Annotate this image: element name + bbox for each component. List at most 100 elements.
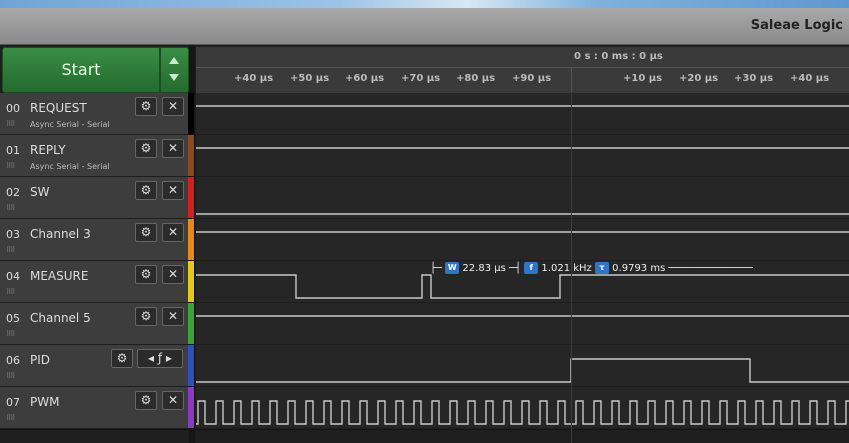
ruler-origin-mark bbox=[571, 68, 572, 92]
channel-label-panel: 01 ⠿⠿ REPLY Async Serial - Serial ⚙ ✕ bbox=[0, 135, 189, 176]
channel-number: 02 bbox=[6, 186, 20, 199]
close-icon[interactable]: ✕ bbox=[162, 139, 184, 158]
ruler-tick: +80 μs bbox=[456, 73, 496, 84]
ruler-tick: +20 μs bbox=[679, 73, 719, 84]
time-ruler[interactable]: 0 s : 0 ms : 0 μs +40 μs +50 μs +60 μs +… bbox=[196, 47, 849, 94]
pulse-width-value: 22.83 μs bbox=[462, 263, 506, 274]
start-button[interactable]: Start bbox=[2, 47, 160, 93]
close-icon[interactable]: ✕ bbox=[162, 391, 184, 410]
channel-number: 06 bbox=[6, 354, 20, 367]
channel-name[interactable]: PWM bbox=[30, 395, 59, 409]
channel-color-strip bbox=[188, 219, 194, 260]
channel-waveform[interactable] bbox=[196, 303, 849, 344]
channel-waveform[interactable] bbox=[196, 177, 849, 218]
channel-label-panel: 03 ⠿⠿ Channel 3 ⚙ ✕ bbox=[0, 219, 189, 260]
ruler-center-time: 0 s : 0 ms : 0 μs bbox=[574, 51, 663, 62]
trigger-selector[interactable]: ◂ ƒ ▸ bbox=[137, 349, 183, 368]
arrow-right-icon: ─┤ bbox=[509, 263, 522, 274]
ruler-tick: +10 μs bbox=[623, 73, 663, 84]
close-icon[interactable]: ✕ bbox=[162, 265, 184, 284]
chevron-up-icon bbox=[169, 57, 179, 64]
channel-color-strip bbox=[188, 135, 194, 176]
drag-handle-icon[interactable]: ⠿⠿ bbox=[6, 162, 15, 170]
channel-analyzer: Async Serial - Serial bbox=[30, 162, 110, 171]
measurement-bar: ├─ W 22.83 μs ─┤ f 1.021 kHz τ 0.9793 ms… bbox=[430, 262, 753, 276]
channel-waveform[interactable] bbox=[196, 135, 849, 176]
channel-number: 04 bbox=[6, 270, 20, 283]
drag-handle-icon[interactable]: ⠿⠿ bbox=[6, 330, 15, 338]
gear-icon[interactable]: ⚙ bbox=[135, 97, 157, 116]
channel-name[interactable]: PID bbox=[30, 353, 50, 367]
channel-name[interactable]: REPLY bbox=[30, 143, 66, 157]
channel-row: 03 ⠿⠿ Channel 3 ⚙ ✕ bbox=[0, 219, 849, 262]
channel-row: 02 ⠿⠿ SW ⚙ ✕ bbox=[0, 177, 849, 220]
ruler-tick: +30 μs bbox=[734, 73, 774, 84]
channel-label-panel: 04 ⠿⠿ MEASURE ⚙ ✕ bbox=[0, 261, 189, 302]
channel-label-panel: 06 ⠿⠿ PID ⚙ ◂ ƒ ▸ bbox=[0, 345, 189, 386]
close-icon[interactable]: ✕ bbox=[162, 97, 184, 116]
channel-name[interactable]: MEASURE bbox=[30, 269, 88, 283]
gear-icon[interactable]: ⚙ bbox=[111, 349, 133, 368]
channel-label-panel: 07 ⠿⠿ PWM ⚙ ✕ bbox=[0, 387, 189, 428]
channel-label-panel: 02 ⠿⠿ SW ⚙ ✕ bbox=[0, 177, 189, 218]
channel-waveform[interactable] bbox=[196, 345, 849, 386]
frequency-value: 1.021 kHz bbox=[541, 263, 592, 274]
drag-handle-icon[interactable]: ⠿⠿ bbox=[6, 372, 15, 380]
drag-handle-icon[interactable]: ⠿⠿ bbox=[6, 288, 15, 296]
drag-handle-icon[interactable]: ⠿⠿ bbox=[6, 246, 15, 254]
channel-color-strip bbox=[188, 345, 194, 386]
close-icon[interactable]: ✕ bbox=[162, 307, 184, 326]
channel-name[interactable]: SW bbox=[30, 185, 49, 199]
ruler-tick: +40 μs bbox=[234, 73, 274, 84]
period-extent-line: ────────────── bbox=[668, 263, 753, 274]
channel-row: 05 ⠿⠿ Channel 5 ⚙ ✕ bbox=[0, 303, 849, 346]
channel-name[interactable]: REQUEST bbox=[30, 101, 87, 115]
title-bar: Saleae Logic bbox=[0, 8, 849, 45]
channel-row: 06 ⠿⠿ PID ⚙ ◂ ƒ ▸ bbox=[0, 345, 849, 388]
gear-icon[interactable]: ⚙ bbox=[135, 223, 157, 242]
window-title: Saleae Logic bbox=[750, 18, 843, 33]
channel-waveform[interactable] bbox=[196, 93, 849, 134]
drag-handle-icon[interactable]: ⠿⠿ bbox=[6, 414, 15, 422]
channel-number: 03 bbox=[6, 228, 20, 241]
channel-color-strip bbox=[188, 303, 194, 344]
trigger-falling-edge-icon: ƒ bbox=[157, 351, 163, 365]
chevron-down-icon bbox=[169, 74, 179, 81]
channel-number: 07 bbox=[6, 396, 20, 409]
gear-icon[interactable]: ⚙ bbox=[135, 265, 157, 284]
drag-handle-icon[interactable]: ⠿⠿ bbox=[6, 120, 15, 128]
gear-icon[interactable]: ⚙ bbox=[135, 139, 157, 158]
channel-color-strip bbox=[188, 387, 194, 428]
period-value: 0.9793 ms bbox=[612, 263, 666, 274]
gear-icon[interactable]: ⚙ bbox=[135, 307, 157, 326]
channel-analyzer: Async Serial - Serial bbox=[30, 120, 110, 129]
start-control: Start bbox=[2, 47, 189, 93]
ruler-tick: +90 μs bbox=[512, 73, 552, 84]
close-icon[interactable]: ✕ bbox=[162, 223, 184, 242]
close-icon[interactable]: ✕ bbox=[162, 181, 184, 200]
channel-number: 01 bbox=[6, 144, 20, 157]
ruler-tick: +40 μs bbox=[790, 73, 830, 84]
start-options-button[interactable] bbox=[160, 47, 189, 93]
gear-icon[interactable]: ⚙ bbox=[135, 391, 157, 410]
channel-label-panel: 05 ⠿⠿ Channel 5 ⚙ ✕ bbox=[0, 303, 189, 344]
channel-row: 07 ⠿⠿ PWM ⚙ ✕ bbox=[0, 387, 849, 430]
drag-handle-icon[interactable]: ⠿⠿ bbox=[6, 204, 15, 212]
channel-row: 01 ⠿⠿ REPLY Async Serial - Serial ⚙ ✕ bbox=[0, 135, 849, 178]
channel-name[interactable]: Channel 3 bbox=[30, 227, 91, 241]
channel-row: 00 ⠿⠿ REQUEST Async Serial - Serial ⚙ ✕ bbox=[0, 93, 849, 136]
period-icon: τ bbox=[594, 262, 609, 274]
channel-label-panel: 00 ⠿⠿ REQUEST Async Serial - Serial ⚙ ✕ bbox=[0, 93, 189, 134]
gear-icon[interactable]: ⚙ bbox=[135, 181, 157, 200]
arrow-left-icon: ├─ bbox=[430, 263, 443, 274]
ruler-tick: +70 μs bbox=[401, 73, 441, 84]
ruler-tick: +50 μs bbox=[290, 73, 330, 84]
channel-number: 00 bbox=[6, 102, 20, 115]
channel-name[interactable]: Channel 5 bbox=[30, 311, 91, 325]
channel-waveform[interactable] bbox=[196, 387, 849, 428]
ruler-tick: +60 μs bbox=[345, 73, 385, 84]
desktop-background bbox=[0, 0, 849, 8]
channel-waveform[interactable] bbox=[196, 219, 849, 260]
width-icon: W bbox=[445, 262, 460, 274]
ruler-top: 0 s : 0 ms : 0 μs bbox=[196, 47, 849, 68]
